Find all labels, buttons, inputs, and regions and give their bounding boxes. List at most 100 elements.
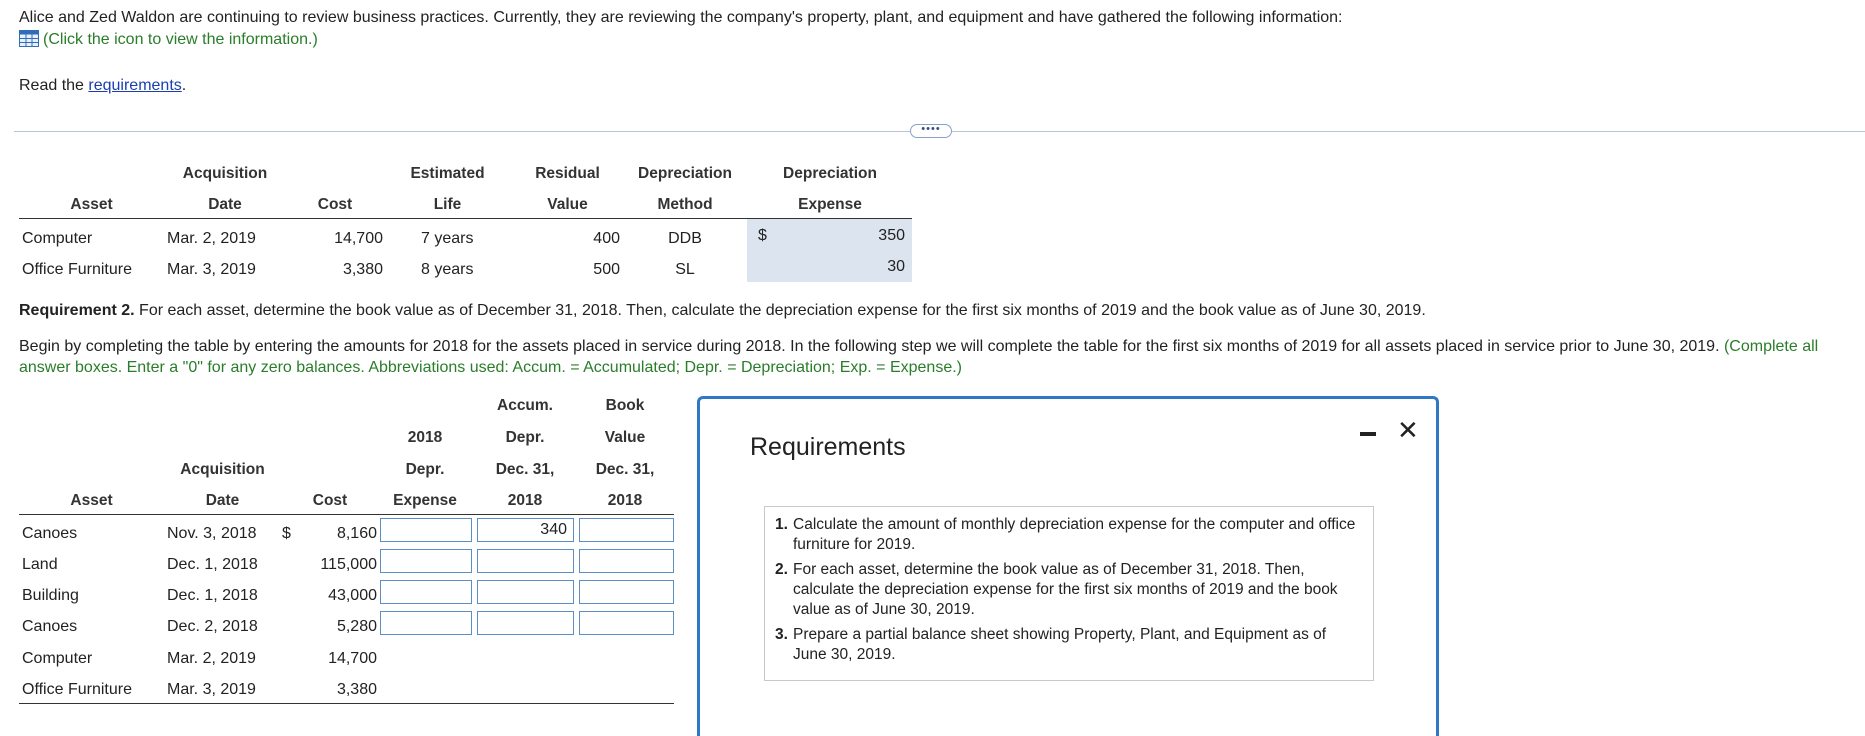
requirement-2-body: For each asset, determine the book value… — [134, 302, 1426, 319]
t2-row1-date: Nov. 3, 2018 — [167, 525, 257, 542]
t2-row2-asset: Land — [22, 556, 58, 573]
t2-header-acq-top: Acquisition — [180, 461, 265, 478]
t2-header-depr-l3: Expense — [393, 492, 457, 509]
t1-header-cost: Cost — [317, 196, 353, 213]
requirement-number: 3. — [775, 626, 788, 643]
modal-title: Requirements — [750, 433, 906, 461]
t1-header-acq-top: Acquisition — [182, 165, 268, 182]
t2-header-book-l1: Book — [605, 397, 645, 414]
t2-row2-cost: 115,000 — [320, 556, 377, 573]
t1-row1-expense: 350 — [878, 227, 905, 244]
t1-row2-residual: 500 — [593, 261, 620, 278]
t2-row3-asset: Building — [22, 587, 79, 604]
t2-row4-date: Dec. 2, 2018 — [167, 618, 258, 635]
requirements-modal: Requirements ✕ 1. Calculate the amount o… — [697, 396, 1439, 736]
close-icon[interactable]: ✕ — [1397, 417, 1419, 443]
requirement-2-label: Requirement 2. — [19, 302, 135, 319]
requirement-2-text: Requirement 2. For each asset, determine… — [19, 300, 1849, 321]
t1-row2-asset: Office Furniture — [22, 261, 132, 278]
t2-row1-depr-input[interactable] — [380, 518, 472, 542]
t2-header-depr-l2: Depr. — [405, 461, 445, 478]
t2-row6-date: Mar. 3, 2019 — [167, 681, 256, 698]
t2-row2-date: Dec. 1, 2018 — [167, 556, 258, 573]
t1-header-asset: Asset — [70, 196, 113, 213]
intro-block: Alice and Zed Waldon are continuing to r… — [19, 8, 1343, 96]
t1-header-method-bottom: Method — [657, 196, 713, 213]
read-requirements-line: Read the requirements. — [19, 76, 1343, 96]
t1-row1-life: 7 years — [421, 230, 474, 247]
t2-row4-accum-input[interactable] — [477, 611, 574, 635]
t1-header-method-top: Depreciation — [638, 165, 732, 182]
t1-row2-expense: 30 — [887, 258, 905, 275]
t1-row1-date: Mar. 2, 2019 — [167, 230, 256, 247]
t1-row1-residual: 400 — [593, 230, 620, 247]
requirement-text: Prepare a partial balance sheet showing … — [793, 626, 1327, 663]
t2-row4-asset: Canoes — [22, 618, 78, 635]
requirement-text: For each asset, determine the book value… — [793, 561, 1338, 618]
t1-row2-method: SL — [675, 261, 695, 278]
t2-header-accum-l4: 2018 — [507, 492, 543, 509]
t2-row2-book-input[interactable] — [579, 549, 674, 573]
requirement-number: 1. — [775, 516, 788, 533]
t2-header-book-l2: Value — [604, 429, 646, 446]
requirement-text: Calculate the amount of monthly deprecia… — [793, 516, 1356, 553]
click-icon-text[interactable]: (Click the icon to view the information.… — [43, 31, 318, 48]
requirements-list: 1. Calculate the amount of monthly depre… — [764, 506, 1374, 681]
t2-row3-book-input[interactable] — [579, 580, 674, 604]
t2-row5-date: Mar. 2, 2019 — [167, 650, 256, 667]
t1-row1-currency: $ — [758, 227, 767, 244]
t2-row1-accum-input[interactable] — [477, 518, 574, 542]
t1-header-exp-bottom: Expense — [798, 196, 862, 213]
t2-row3-date: Dec. 1, 2018 — [167, 587, 258, 604]
t1-row1-method: DDB — [668, 230, 702, 247]
t2-row4-book-input[interactable] — [579, 611, 674, 635]
t1-row2-cost: 3,380 — [342, 261, 383, 278]
requirement-item: 3. Prepare a partial balance sheet showi… — [775, 625, 1363, 665]
t2-row5-asset: Computer — [22, 650, 93, 667]
t2-row3-depr-input[interactable] — [380, 580, 472, 604]
t2-row4-cost: 5,280 — [336, 618, 377, 635]
t1-header-life-top: Estimated — [410, 165, 485, 182]
instructions-text: Begin by completing the table by enterin… — [19, 336, 1849, 378]
minimize-icon[interactable] — [1360, 432, 1376, 436]
t2-row4-depr-input[interactable] — [380, 611, 472, 635]
requirement-number: 2. — [775, 561, 788, 578]
requirement-item: 2. For each asset, determine the book va… — [775, 560, 1363, 620]
t2-row2-depr-input[interactable] — [380, 549, 472, 573]
t2-row1-currency: $ — [282, 525, 291, 542]
requirements-link[interactable]: requirements — [88, 77, 181, 94]
t1-row1-cost: 14,700 — [334, 230, 383, 247]
t2-header-accum-l1: Accum. — [497, 397, 553, 414]
t2-row1-asset: Canoes — [22, 525, 78, 542]
t2-header-acq-bottom: Date — [205, 492, 240, 509]
t2-row2-accum-input[interactable] — [477, 549, 574, 573]
info-link[interactable]: (Click the icon to view the information.… — [19, 30, 1343, 50]
t1-row1-asset: Computer — [22, 230, 93, 247]
t2-row5-cost: 14,700 — [328, 650, 377, 667]
t2-header-rule — [19, 514, 674, 515]
t2-header-book-l3: Dec. 31, — [595, 461, 655, 478]
t2-row6-cost: 3,380 — [336, 681, 377, 698]
t2-row1-book-input[interactable] — [579, 518, 674, 542]
t2-header-book-l4: 2018 — [607, 492, 643, 509]
t2-row1-cost: 8,160 — [336, 525, 377, 542]
t2-header-accum-l2: Depr. — [505, 429, 545, 446]
table-grid-icon[interactable] — [19, 30, 39, 47]
t2-header-accum-l3: Dec. 31, — [495, 461, 555, 478]
more-options-button[interactable]: •••• — [910, 124, 952, 138]
t1-header-resid-top: Residual — [535, 165, 600, 182]
requirement-item: 1. Calculate the amount of monthly depre… — [775, 515, 1363, 555]
t2-header-cost: Cost — [312, 492, 348, 509]
read-suffix: . — [181, 77, 187, 94]
t1-header-resid-bottom: Value — [547, 196, 588, 213]
t1-header-life-bottom: Life — [433, 196, 462, 213]
t2-header-asset: Asset — [70, 492, 113, 509]
t1-row2-life: 8 years — [421, 261, 474, 278]
t2-row6-asset: Office Furniture — [22, 681, 132, 698]
t2-bottom-rule — [19, 703, 674, 704]
read-prefix: Read the — [19, 77, 89, 94]
t2-row3-cost: 43,000 — [328, 587, 377, 604]
t1-row2-date: Mar. 3, 2019 — [167, 261, 256, 278]
t2-row3-accum-input[interactable] — [477, 580, 574, 604]
t1-header-exp-top: Depreciation — [783, 165, 877, 182]
